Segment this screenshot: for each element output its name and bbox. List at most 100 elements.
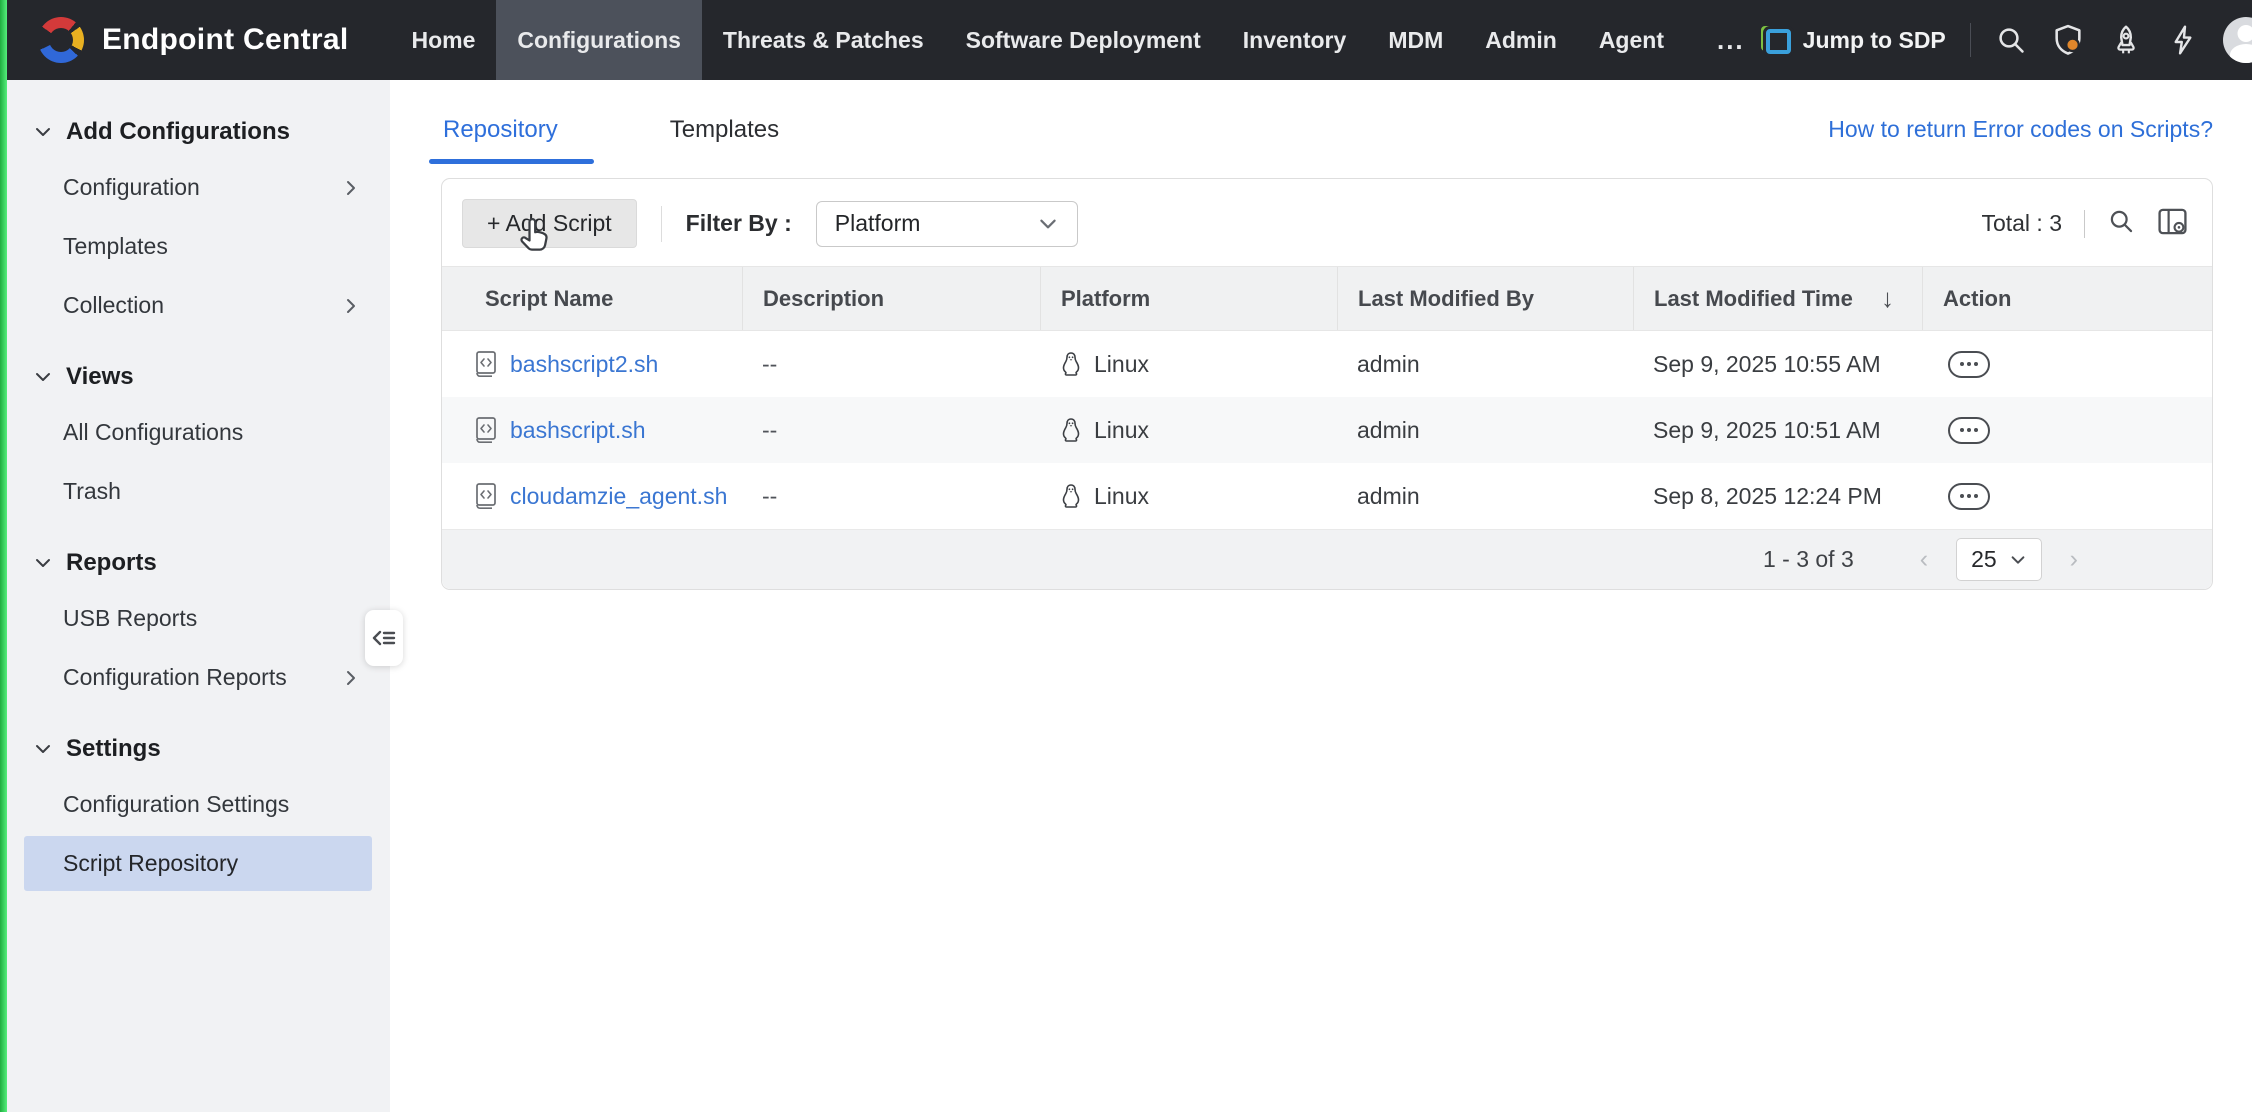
last-modified-by-cell: admin <box>1337 483 1633 510</box>
sidebar-item-trash[interactable]: Trash <box>24 464 372 519</box>
platform-label: Linux <box>1094 417 1149 444</box>
sidebar-item-label: Configuration Settings <box>63 791 289 818</box>
sidebar-section-reports: Reports USB Reports Configuration Report… <box>7 537 390 705</box>
jump-to-sdp-label: Jump to SDP <box>1803 27 1946 54</box>
sidebar-section-add-configurations: Add Configurations Configuration Templat… <box>7 106 390 333</box>
nav-divider <box>1970 23 1971 57</box>
pagination-prev-icon[interactable]: ‹ <box>1916 545 1932 574</box>
sidebar-section-header[interactable]: Settings <box>7 723 390 773</box>
nav-item-agent[interactable]: Agent <box>1578 0 1685 80</box>
tab-templates[interactable]: Templates <box>668 112 781 164</box>
nav-item-threats-patches[interactable]: Threats & Patches <box>702 0 945 80</box>
sidebar-section-title: Views <box>66 363 134 391</box>
nav-item-mdm[interactable]: MDM <box>1367 0 1464 80</box>
sidebar-section-title: Add Configurations <box>66 118 290 146</box>
sidebar-item-label: Trash <box>63 478 121 505</box>
action-cell <box>1922 351 2212 378</box>
page-size-dropdown[interactable]: 25 <box>1956 538 2042 581</box>
platform-label: Linux <box>1094 483 1149 510</box>
last-modified-time-cell: Sep 8, 2025 12:24 PM <box>1633 483 1922 510</box>
script-name-cell: bashscript.sh <box>442 416 742 444</box>
sidebar-item-all-configurations[interactable]: All Configurations <box>24 405 372 460</box>
row-actions-icon[interactable] <box>1948 417 1990 444</box>
chevron-down-icon <box>33 739 53 759</box>
column-header-action: Action <box>1922 267 2212 330</box>
table-footer: 1 - 3 of 3 ‹ 25 › <box>442 529 2212 589</box>
search-icon[interactable] <box>1995 24 2027 56</box>
action-cell <box>1922 483 2212 510</box>
nav-items: Home Configurations Threats & Patches So… <box>390 0 1760 80</box>
table-row: bashscript.sh -- Linux admin Sep 9, 2025… <box>442 397 2212 463</box>
toolbar-separator <box>2084 210 2085 238</box>
flash-icon[interactable] <box>2167 24 2199 56</box>
capture-edge-strip <box>0 0 7 1112</box>
platform-label: Linux <box>1094 351 1149 378</box>
jump-to-sdp-button[interactable]: Jump to SDP <box>1761 25 1946 55</box>
avatar[interactable] <box>2223 17 2252 63</box>
sort-desc-icon[interactable]: ↓ <box>1881 283 1908 314</box>
platform-cell: Linux <box>1040 483 1337 510</box>
sidebar-item-templates[interactable]: Templates <box>24 219 372 274</box>
sidebar-item-configuration-settings[interactable]: Configuration Settings <box>24 777 372 832</box>
last-modified-by-cell: admin <box>1337 351 1633 378</box>
chevron-down-icon <box>1037 213 1059 235</box>
description-cell: -- <box>742 483 1040 510</box>
script-file-icon <box>474 482 498 510</box>
column-header-description[interactable]: Description <box>742 267 1040 330</box>
sidebar-item-label: Templates <box>63 233 168 260</box>
rocket-icon[interactable] <box>2109 23 2143 57</box>
toolbar-right: Total : 3 <box>1981 207 2188 241</box>
table-row: cloudamzie_agent.sh -- Linux admin Sep 8… <box>442 463 2212 529</box>
column-header-last-modified-by[interactable]: Last Modified By <box>1337 267 1633 330</box>
script-name-link[interactable]: cloudamzie_agent.sh <box>510 483 727 510</box>
nav-item-admin[interactable]: Admin <box>1464 0 1578 80</box>
row-actions-icon[interactable] <box>1948 351 1990 378</box>
sidebar-section-header[interactable]: Reports <box>7 537 390 587</box>
sidebar: Add Configurations Configuration Templat… <box>7 80 390 1112</box>
chevron-right-icon <box>342 669 360 687</box>
sidebar-section-header[interactable]: Add Configurations <box>7 106 390 156</box>
script-name-link[interactable]: bashscript.sh <box>510 417 646 444</box>
last-modified-by-cell: admin <box>1337 417 1633 444</box>
sidebar-item-usb-reports[interactable]: USB Reports <box>24 591 372 646</box>
column-header-platform[interactable]: Platform <box>1040 267 1337 330</box>
sidebar-item-collection[interactable]: Collection <box>24 278 372 333</box>
nav-more-icon[interactable]: ... <box>1701 0 1761 80</box>
sidebar-item-label: Configuration Reports <box>63 664 287 691</box>
toolbar: + Add Script Filter By : Platform Total … <box>442 179 2212 266</box>
top-navbar: Endpoint Central Home Configurations Thr… <box>0 0 2252 80</box>
add-script-button[interactable]: + Add Script <box>462 199 637 248</box>
chevron-down-icon <box>33 553 53 573</box>
column-chooser-icon[interactable] <box>2157 207 2188 241</box>
nav-item-home[interactable]: Home <box>390 0 496 80</box>
nav-item-inventory[interactable]: Inventory <box>1222 0 1368 80</box>
row-actions-icon[interactable] <box>1948 483 1990 510</box>
sidebar-item-script-repository[interactable]: Script Repository <box>24 836 372 891</box>
tab-repository[interactable]: Repository <box>441 112 560 164</box>
main-content: Repository Templates How to return Error… <box>390 80 2252 1112</box>
pagination-next-icon[interactable]: › <box>2066 545 2082 574</box>
platform-filter-value: Platform <box>835 210 921 237</box>
platform-filter-dropdown[interactable]: Platform <box>816 201 1078 247</box>
sidebar-item-label: Collection <box>63 292 164 319</box>
column-header-script-name[interactable]: Script Name <box>442 267 742 330</box>
error-codes-help-link[interactable]: How to return Error codes on Scripts? <box>1828 112 2213 143</box>
column-header-last-modified-time[interactable]: Last Modified Time ↓ <box>1633 267 1922 330</box>
sidebar-section-header[interactable]: Views <box>7 351 390 401</box>
collapse-sidebar-icon[interactable] <box>365 610 403 666</box>
chevron-right-icon <box>342 297 360 315</box>
nav-item-configurations[interactable]: Configurations <box>496 0 702 80</box>
sidebar-item-configuration-reports[interactable]: Configuration Reports <box>24 650 372 705</box>
sidebar-item-configuration[interactable]: Configuration <box>24 160 372 215</box>
platform-cell: Linux <box>1040 351 1337 378</box>
sdp-icon <box>1761 25 1791 55</box>
sidebar-item-label: All Configurations <box>63 419 243 446</box>
script-name-link[interactable]: bashscript2.sh <box>510 351 658 378</box>
nav-item-software-deployment[interactable]: Software Deployment <box>945 0 1222 80</box>
column-header-label: Last Modified Time <box>1654 286 1853 312</box>
shield-notifications-icon[interactable] <box>2051 23 2085 57</box>
script-repository-panel: + Add Script Filter By : Platform Total … <box>441 178 2213 590</box>
page-size-value: 25 <box>1971 546 1997 573</box>
magnifier-icon[interactable] <box>2107 207 2135 240</box>
brand[interactable]: Endpoint Central <box>0 0 390 80</box>
